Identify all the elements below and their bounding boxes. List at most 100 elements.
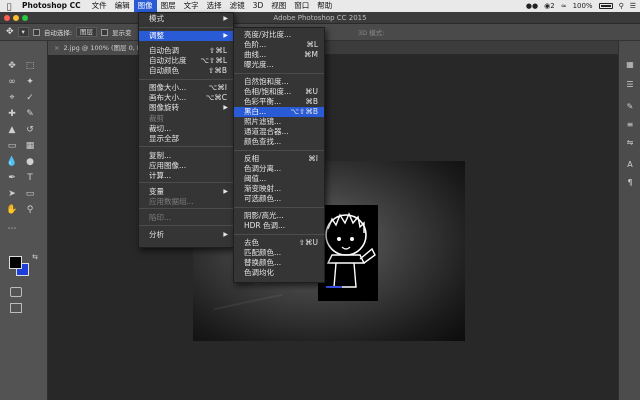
gradient-tool-icon[interactable]: ▦ <box>21 138 39 154</box>
adjust-menu-item[interactable]: 阴影/高光... <box>234 211 324 221</box>
properties-panel-icon[interactable]: ☰ <box>624 79 636 91</box>
notify-icon[interactable]: ◉2 <box>544 2 555 10</box>
blur-tool-icon[interactable]: 💧 <box>3 154 21 170</box>
zoom-tool-icon[interactable]: ⚲ <box>21 202 39 218</box>
eraser-tool-icon[interactable]: ▭ <box>3 138 21 154</box>
clone-stamp-tool-icon[interactable]: ▲ <box>3 122 21 138</box>
foreground-color-swatch[interactable] <box>9 256 22 269</box>
adjust-menu-item[interactable]: 可选颜色... <box>234 194 324 204</box>
menu-type[interactable]: 文字 <box>180 0 203 12</box>
show-transform-checkbox[interactable] <box>101 28 109 36</box>
close-tab-icon[interactable]: × <box>54 44 59 52</box>
adjust-menu-item[interactable]: 黑白... ⌥⇧⌘B <box>234 107 324 117</box>
wechat-icon[interactable]: ●● <box>526 2 538 10</box>
menu-select[interactable]: 选择 <box>203 0 226 12</box>
auto-select-dropdown[interactable]: 图层 <box>76 27 98 37</box>
type-tool-icon[interactable]: T <box>21 170 39 186</box>
image-menu-item[interactable]: 模式 ▶ <box>139 14 233 24</box>
image-menu-item[interactable]: 自动颜色 ⇧⌘B <box>139 66 233 76</box>
menu-file[interactable]: 文件 <box>88 0 111 12</box>
image-menu-item[interactable]: 画布大小... ⌥⌘C <box>139 93 233 103</box>
image-menu-item[interactable]: 计算... <box>139 171 233 181</box>
brush-panel-icon[interactable]: ✎ <box>624 101 636 113</box>
image-menu-item[interactable]: 应用数据组... <box>139 197 233 207</box>
menu-edit[interactable]: 编辑 <box>111 0 134 12</box>
adjust-menu-item[interactable]: 匹配颜色... <box>234 248 324 258</box>
quick-select-tool-icon[interactable]: ✦ <box>21 74 39 90</box>
image-menu-item-label: 调整 <box>149 31 164 40</box>
image-menu-item[interactable]: 显示全部 <box>139 134 233 144</box>
list-icon[interactable]: ☰ <box>630 2 636 10</box>
image-menu-item-label: 裁剪 <box>149 114 164 123</box>
quick-mask-icon[interactable] <box>10 287 22 297</box>
healing-brush-tool-icon[interactable]: ✚ <box>3 106 21 122</box>
pen-tool-icon[interactable]: ✒ <box>3 170 21 186</box>
adjust-menu-item[interactable]: 阈值... <box>234 174 324 184</box>
hand-tool-icon[interactable]: ✋ <box>3 202 21 218</box>
auto-select-checkbox[interactable] <box>32 28 40 36</box>
image-menu-item[interactable]: 分析 ▶ <box>139 230 233 240</box>
menu-view[interactable]: 视图 <box>267 0 290 12</box>
menu-3d[interactable]: 3D <box>249 0 268 12</box>
adjust-menu-item[interactable]: 亮度/对比度... <box>234 30 324 40</box>
image-menu-item[interactable]: 复制... <box>139 151 233 161</box>
adjust-menu-item[interactable]: HDR 色调... <box>234 221 324 231</box>
battery-icon[interactable] <box>598 3 613 9</box>
image-menu-item[interactable]: 调整 ▶ <box>139 31 233 41</box>
sliders-panel-icon[interactable]: ⇋ <box>624 137 636 149</box>
shape-tool-icon[interactable]: ▭ <box>21 186 39 202</box>
image-menu-item[interactable]: 裁剪 <box>139 114 233 124</box>
eyedropper-tool-icon[interactable]: ✓ <box>21 90 39 106</box>
adjust-menu-item[interactable]: 色相/饱和度... ⌘U <box>234 87 324 97</box>
screen-mode-icon[interactable] <box>10 303 22 313</box>
history-panel-icon[interactable]: ▦ <box>624 59 636 71</box>
wifi-icon[interactable]: ≈ <box>561 2 567 10</box>
menu-image[interactable]: 图像 <box>133 0 157 12</box>
adjust-menu-item[interactable]: 色调分离... <box>234 164 324 174</box>
image-menu-item[interactable]: 陷印... <box>139 213 233 223</box>
tool-preset-picker[interactable]: ▾ <box>17 27 29 37</box>
menu-layer[interactable]: 图层 <box>157 0 180 12</box>
move-tool-icon[interactable]: ✥ <box>3 58 21 74</box>
adjust-menu-item[interactable]: 颜色查找... <box>234 137 324 147</box>
menu-window[interactable]: 窗口 <box>290 0 313 12</box>
image-menu-item[interactable]: 应用图像... <box>139 161 233 171</box>
adjust-menu-item[interactable]: 色彩平衡... ⌘B <box>234 97 324 107</box>
adjust-menu-item[interactable]: 色阶... ⌘L <box>234 40 324 50</box>
image-menu-item[interactable]: 图像旋转 ▶ <box>139 103 233 113</box>
image-menu-item[interactable]: 图像大小... ⌥⌘I <box>139 83 233 93</box>
search-icon[interactable]: ⚲ <box>619 2 624 10</box>
menu-app-name[interactable]: Photoshop CC <box>18 0 88 12</box>
adjust-menu-item[interactable]: 通道混合器... <box>234 127 324 137</box>
adjust-menu-item[interactable]: 照片滤镜... <box>234 117 324 127</box>
history-brush-tool-icon[interactable]: ↺ <box>21 122 39 138</box>
adjust-menu-item[interactable]: 替换颜色... <box>234 258 324 268</box>
image-menu-item[interactable]: 自动对比度 ⌥⇧⌘L <box>139 56 233 66</box>
path-selection-tool-icon[interactable]: ➤ <box>3 186 21 202</box>
move-tool-icon[interactable]: ✥ <box>6 27 14 37</box>
lasso-tool-icon[interactable]: ∞ <box>3 74 21 90</box>
adjust-menu-item[interactable]: 色调均化 <box>234 268 324 278</box>
menu-help[interactable]: 帮助 <box>313 0 336 12</box>
adjust-menu-item[interactable]: 自然饱和度... <box>234 77 324 87</box>
adjustments-panel-icon[interactable]: ≡ <box>624 119 636 131</box>
crop-tool-icon[interactable]: ⌖ <box>3 90 21 106</box>
adjust-menu-item[interactable]: 曝光度... <box>234 60 324 70</box>
adjust-menu-item[interactable]: 去色 ⇧⌘U <box>234 238 324 248</box>
image-menu-item[interactable]: 自动色调 ⇧⌘L <box>139 46 233 56</box>
marquee-tool-icon[interactable]: ⬚ <box>21 58 39 74</box>
adjust-menu-item-label: 色彩平衡... <box>244 97 282 106</box>
dodge-tool-icon[interactable]: ● <box>21 154 39 170</box>
image-menu-item[interactable]: 裁切... <box>139 124 233 134</box>
adjust-menu-item[interactable]: 曲线... ⌘M <box>234 50 324 60</box>
adjust-menu-item[interactable]: 反相 ⌘I <box>234 154 324 164</box>
adjust-menu-item[interactable]: 渐变映射... <box>234 184 324 194</box>
swap-colors-icon[interactable]: ⇆ <box>26 249 44 265</box>
apple-icon[interactable]:  <box>0 2 18 11</box>
paragraph-panel-icon[interactable]: ¶ <box>624 177 636 189</box>
image-menu-item[interactable]: 变量 ▶ <box>139 187 233 197</box>
brush-tool-icon[interactable]: ✎ <box>21 106 39 122</box>
more-tools-icon[interactable]: ⋯ <box>3 221 21 237</box>
menu-filter[interactable]: 滤镜 <box>226 0 249 12</box>
character-panel-icon[interactable]: A <box>624 159 636 171</box>
